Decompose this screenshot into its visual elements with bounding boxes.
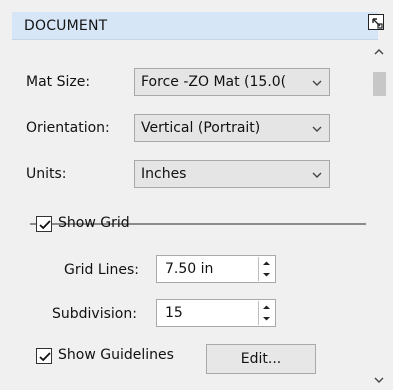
subdivision-value: 15 (165, 305, 183, 321)
orientation-value: Vertical (Portrait) (141, 120, 261, 136)
orientation-select[interactable]: Vertical (Portrait) (134, 114, 330, 142)
edit-button[interactable]: Edit... (206, 344, 316, 374)
show-guidelines-label[interactable]: Show Guidelines (58, 347, 174, 363)
popout-icon[interactable] (368, 14, 384, 30)
show-guidelines-checkbox[interactable] (36, 348, 52, 364)
units-label: Units: (26, 166, 67, 182)
spinner-up-icon[interactable] (259, 301, 274, 313)
chevron-down-icon (311, 77, 323, 89)
subdivision-stepper[interactable]: 15 (156, 299, 276, 327)
spinner-up-icon[interactable] (259, 257, 274, 269)
units-value: Inches (141, 166, 187, 182)
panel-title: DOCUMENT (24, 18, 108, 34)
units-select[interactable]: Inches (134, 160, 330, 188)
mat-size-label: Mat Size: (26, 74, 91, 90)
document-panel-header: DOCUMENT (12, 12, 378, 40)
grid-lines-label: Grid Lines: (64, 262, 140, 278)
grid-lines-stepper[interactable]: 7.50 in (156, 255, 276, 283)
document-panel: Mat Size: Force -ZO Mat (15.0( Orientati… (12, 40, 378, 389)
mat-size-value: Force -ZO Mat (15.0( (141, 74, 287, 90)
vertical-scrollbar[interactable] (366, 40, 393, 389)
edit-button-label: Edit... (240, 351, 282, 367)
scroll-down-icon[interactable] (373, 374, 385, 386)
spinner-down-icon[interactable] (259, 313, 274, 325)
grid-lines-spinner (258, 257, 274, 281)
spinner-down-icon[interactable] (259, 269, 274, 281)
subdivision-label: Subdivision: (52, 306, 137, 322)
show-grid-label[interactable]: Show Grid (58, 215, 130, 231)
show-grid-checkbox[interactable] (36, 216, 52, 232)
scroll-up-icon[interactable] (373, 46, 385, 58)
scrollbar-thumb[interactable] (373, 72, 386, 96)
chevron-down-icon (311, 169, 323, 181)
orientation-label: Orientation: (26, 120, 110, 136)
subdivision-spinner (258, 301, 274, 325)
chevron-down-icon (311, 123, 323, 135)
mat-size-select[interactable]: Force -ZO Mat (15.0( (134, 68, 330, 96)
grid-lines-value: 7.50 in (165, 261, 214, 277)
